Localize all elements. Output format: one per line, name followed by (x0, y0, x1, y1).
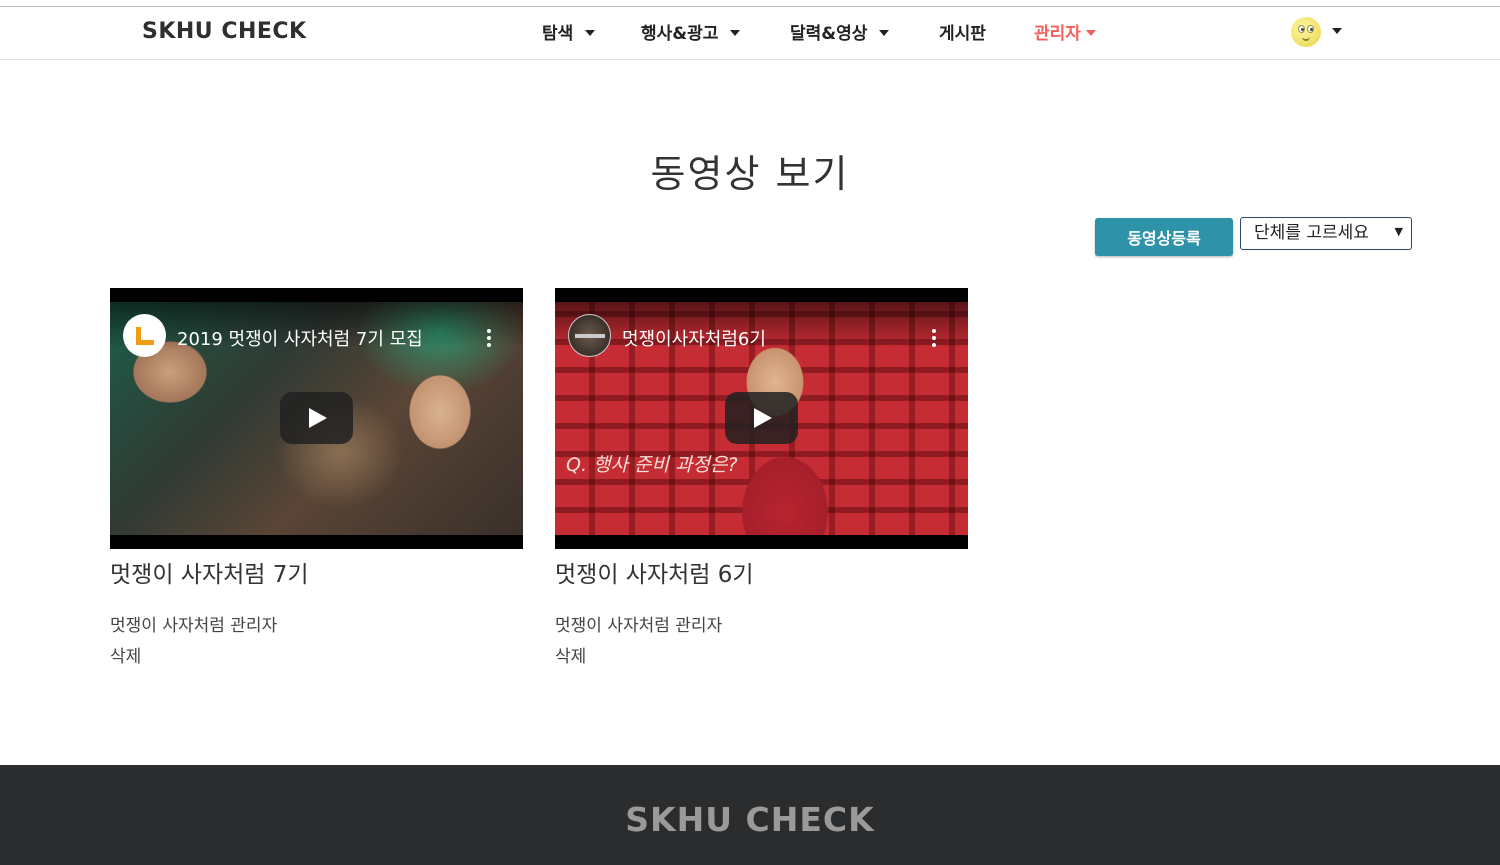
group-select-value: 단체를 고르세요 (1254, 223, 1369, 243)
more-options-icon[interactable] (932, 329, 936, 347)
footer: SKHU CHECK (0, 765, 1500, 865)
top-navbar: SKHU CHECK 탐색 행사&광고 달력&영상 게시판 관리자 (0, 7, 1500, 60)
chevron-down-icon (879, 29, 890, 36)
video-header: 멋쟁이사자처럼6기 (555, 302, 968, 357)
avatar-mouth (1302, 36, 1310, 41)
nav-calendar-video[interactable]: 달력&영상 (790, 19, 890, 44)
nav-admin-label: 관리자 (1034, 24, 1081, 44)
nav-events-ads[interactable]: 행사&광고 (641, 19, 741, 44)
nav-explore-label: 탐색 (542, 24, 574, 44)
chevron-down-icon (730, 29, 741, 36)
nav-events-ads-label: 행사&광고 (641, 24, 719, 44)
video-player[interactable]: 멋쟁이사자처럼6기 Q. 행사 준비 과정은? (555, 288, 968, 549)
video-embed-title[interactable]: 2019 멋쟁이 사자처럼 7기 모집 (177, 325, 423, 351)
avatar[interactable] (1291, 17, 1321, 47)
group-select[interactable]: 단체를 고르세요 ▼ (1240, 217, 1412, 250)
video-card: 2019 멋쟁이 사자처럼 7기 모집 멋쟁이 사자처럼 7기 멋쟁이 사자처럼… (110, 288, 523, 667)
nav-explore[interactable]: 탐색 (542, 19, 596, 44)
avatar-eye (1307, 25, 1314, 33)
footer-brand: SKHU CHECK (625, 800, 875, 839)
video-title: 멋쟁이 사자처럼 7기 (110, 562, 309, 588)
delete-link[interactable]: 삭제 (555, 642, 586, 667)
play-button-icon[interactable] (280, 392, 353, 444)
caret-down-icon: ▼ (1394, 225, 1403, 238)
more-options-icon[interactable] (487, 329, 491, 347)
video-caption: Q. 행사 준비 과정은? (566, 454, 738, 476)
avatar-eye (1298, 25, 1305, 33)
video-owner: 멋쟁이 사자처럼 관리자 (555, 616, 723, 636)
nav-admin[interactable]: 관리자 (1034, 19, 1096, 44)
channel-icon[interactable] (568, 314, 611, 357)
page-title: 동영상 보기 (650, 152, 850, 197)
brand-logo[interactable]: SKHU CHECK (142, 19, 307, 44)
delete-link[interactable]: 삭제 (110, 642, 141, 667)
chevron-down-icon (585, 29, 596, 36)
video-embed-title[interactable]: 멋쟁이사자처럼6기 (622, 325, 766, 351)
nav-board-label: 게시판 (939, 24, 986, 44)
chevron-down-icon[interactable] (1332, 28, 1342, 34)
register-video-button[interactable]: 동영상등록 (1095, 218, 1233, 256)
chevron-down-icon (1085, 29, 1096, 36)
video-player[interactable]: 2019 멋쟁이 사자처럼 7기 모집 (110, 288, 523, 549)
nav-calendar-video-label: 달력&영상 (790, 24, 868, 44)
play-button-icon[interactable] (725, 392, 798, 444)
video-title: 멋쟁이 사자처럼 6기 (555, 562, 754, 588)
video-header: 2019 멋쟁이 사자처럼 7기 모집 (110, 302, 523, 357)
channel-icon[interactable] (123, 314, 166, 357)
video-owner: 멋쟁이 사자처럼 관리자 (110, 616, 278, 636)
video-card: 멋쟁이사자처럼6기 Q. 행사 준비 과정은? 멋쟁이 사자처럼 6기 멋쟁이 … (555, 288, 968, 667)
nav-board[interactable]: 게시판 (939, 19, 986, 44)
